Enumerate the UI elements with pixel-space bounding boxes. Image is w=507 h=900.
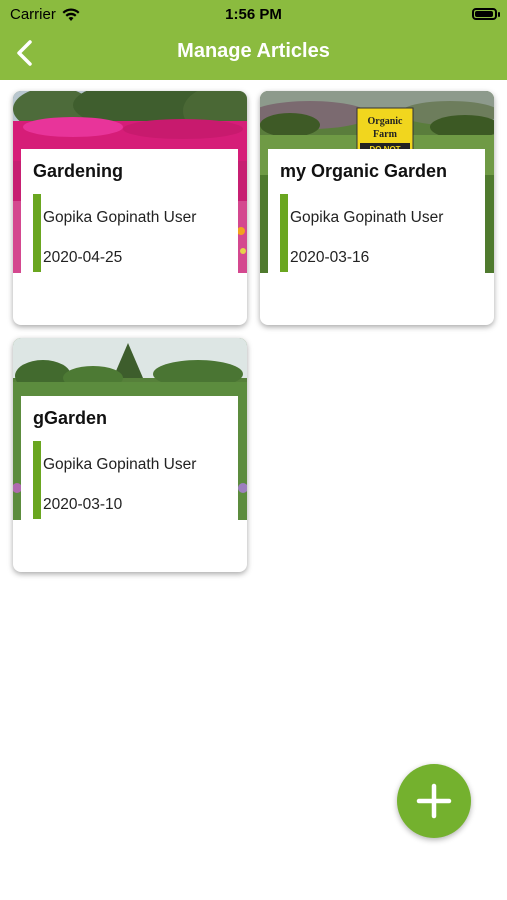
article-author: Gopika Gopinath User xyxy=(43,209,197,226)
article-date: 2020-03-16 xyxy=(290,249,370,266)
status-bar: Carrier 1:56 PM xyxy=(0,0,507,28)
plus-icon xyxy=(416,783,452,819)
status-time: 1:56 PM xyxy=(225,6,282,23)
article-card[interactable]: Organic Farm DO NOT my Organic Garden Go… xyxy=(260,91,494,325)
article-date: 2020-03-10 xyxy=(43,496,123,513)
article-title: my Organic Garden xyxy=(280,161,448,181)
article-title: Gardening xyxy=(33,161,124,181)
sign-line-2: Farm xyxy=(373,129,398,140)
article-info: Gardening Gopika Gopinath User 2020-04-2… xyxy=(21,149,238,273)
article-card[interactable]: Gardening Gopika Gopinath User 2020-04-2… xyxy=(13,91,247,325)
sign-line-1: Organic xyxy=(368,116,404,127)
article-date: 2020-04-25 xyxy=(43,249,123,266)
header-bar: Carrier 1:56 PM Manage Articles xyxy=(0,0,507,80)
accent-bar xyxy=(33,441,41,519)
article-info: my Organic Garden Gopika Gopinath User 2… xyxy=(268,149,485,273)
article-card[interactable]: gGarden Gopika Gopinath User 2020-03-10 xyxy=(13,338,247,572)
page-title: Manage Articles xyxy=(177,40,330,62)
accent-bar xyxy=(280,194,288,272)
battery-icon xyxy=(472,8,500,20)
article-title: gGarden xyxy=(33,408,108,428)
add-article-button[interactable] xyxy=(397,764,471,838)
accent-bar xyxy=(33,194,41,272)
article-author: Gopika Gopinath User xyxy=(43,456,197,473)
article-info: gGarden Gopika Gopinath User 2020-03-10 xyxy=(21,396,238,520)
article-author: Gopika Gopinath User xyxy=(290,209,444,226)
